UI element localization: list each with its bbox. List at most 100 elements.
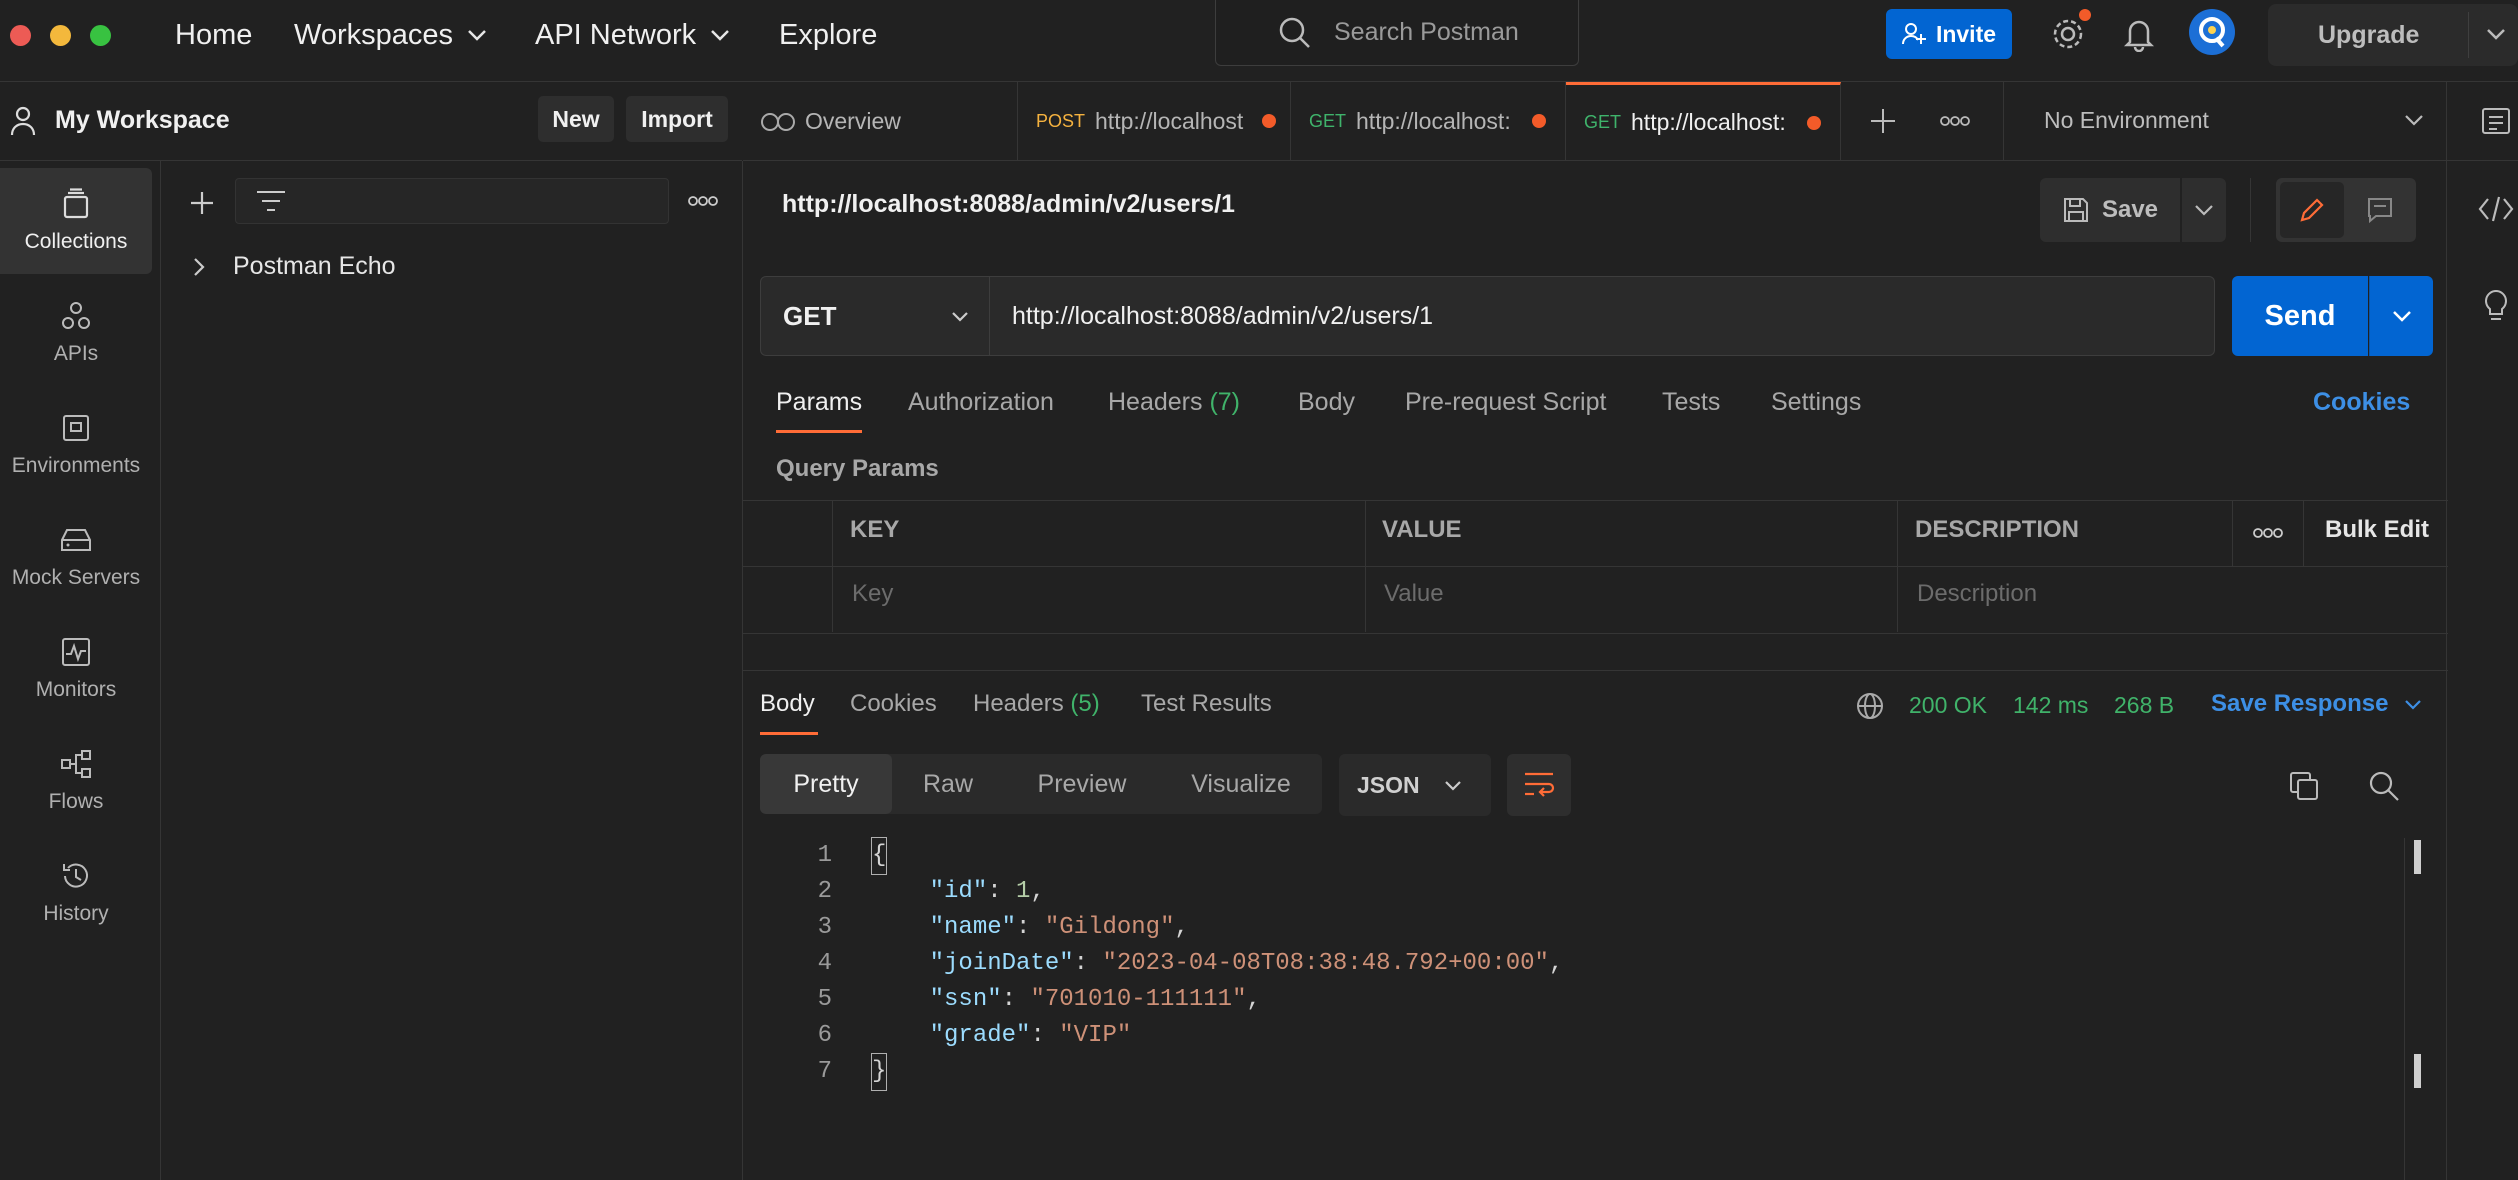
settings-gear-icon[interactable] <box>2050 16 2086 52</box>
tab-params[interactable]: Params <box>776 388 862 417</box>
tab-overview[interactable]: Overview <box>743 82 1018 160</box>
active-tab-underline <box>776 430 862 433</box>
comments-mode-button[interactable] <box>2348 182 2412 238</box>
json-value: 1 <box>1016 878 1031 905</box>
response-time[interactable]: 142 ms <box>2013 692 2088 719</box>
search-icon[interactable] <box>2368 770 2400 802</box>
lightbulb-icon[interactable] <box>2481 288 2511 322</box>
value-input[interactable]: Value <box>1384 580 1444 608</box>
copy-icon[interactable] <box>2288 770 2320 802</box>
response-tab-headers[interactable]: Headers (5) <box>973 690 1100 718</box>
invite-button[interactable]: Invite <box>1886 9 2012 59</box>
nav-explore[interactable]: Explore <box>779 14 877 56</box>
key-input[interactable]: Key <box>852 580 893 608</box>
send-button[interactable]: Send <box>2232 276 2368 356</box>
collection-item[interactable]: Postman Echo <box>193 252 396 281</box>
upgrade-button[interactable]: Upgrade <box>2268 4 2518 66</box>
tab-authorization[interactable]: Authorization <box>908 388 1054 417</box>
new-button[interactable]: New <box>538 96 614 142</box>
code-line: "grade": "VIP" <box>929 1022 1132 1049</box>
tab-settings[interactable]: Settings <box>1771 388 1861 417</box>
response-tab-cookies[interactable]: Cookies <box>850 690 937 718</box>
column-divider <box>832 500 833 632</box>
chevron-down-icon <box>2486 28 2506 40</box>
globe-icon[interactable] <box>1855 691 1885 721</box>
code-line: "ssn": "701010-111111", <box>929 986 1261 1013</box>
json-value: "Gildong" <box>1044 914 1175 941</box>
method-select[interactable]: GET <box>760 276 990 356</box>
collections-filter-input[interactable] <box>235 178 669 224</box>
cookies-link[interactable]: Cookies <box>2313 388 2410 417</box>
tab-tests[interactable]: Tests <box>1662 388 1720 417</box>
sidebar-item-flows[interactable]: Flows <box>0 728 152 834</box>
sidebar-item-monitors[interactable]: Monitors <box>0 616 152 722</box>
format-select[interactable]: JSON <box>1339 754 1491 816</box>
maximize-window-button[interactable] <box>90 25 111 46</box>
description-input[interactable]: Description <box>1917 580 2037 608</box>
request-title[interactable]: http://localhost:8088/admin/v2/users/1 <box>782 190 1235 219</box>
minimize-window-button[interactable] <box>50 25 71 46</box>
environment-quick-look-icon[interactable] <box>2481 106 2511 136</box>
sidebar-item-environments[interactable]: Environments <box>0 392 152 498</box>
send-dropdown-button[interactable] <box>2369 276 2433 356</box>
tab-headers[interactable]: Headers (7) <box>1108 388 1240 417</box>
save-response-button[interactable]: Save Response <box>2211 690 2422 718</box>
close-window-button[interactable] <box>10 25 31 46</box>
view-visualize[interactable]: Visualize <box>1160 754 1322 814</box>
response-size[interactable]: 268 B <box>2114 692 2174 719</box>
chevron-down-icon <box>710 29 730 41</box>
wrap-lines-button[interactable] <box>1507 754 1571 816</box>
code-icon[interactable] <box>2478 196 2514 222</box>
tab-label: http://localhost: <box>1356 107 1511 134</box>
editor-scrollbar-track[interactable] <box>2404 838 2405 1180</box>
bulk-edit-button[interactable]: Bulk Edit <box>2325 516 2429 544</box>
tab-request-post[interactable]: POST http://localhost <box>1018 82 1291 160</box>
response-tab-body[interactable]: Body <box>760 690 815 718</box>
response-tab-test-results[interactable]: Test Results <box>1141 690 1272 718</box>
tab-label: Params <box>776 388 863 416</box>
divider <box>2468 12 2469 58</box>
workspace-title[interactable]: My Workspace <box>55 106 230 135</box>
table-options-icon[interactable] <box>2253 526 2283 540</box>
view-preview[interactable]: Preview <box>1004 754 1160 814</box>
new-tab-plus-icon[interactable] <box>1869 107 1897 135</box>
nav-workspaces[interactable]: Workspaces <box>294 14 487 56</box>
tab-options-icon[interactable] <box>1940 114 1970 128</box>
view-raw[interactable]: Raw <box>892 754 1004 814</box>
view-pretty[interactable]: Pretty <box>760 754 892 814</box>
sidebar-item-apis[interactable]: APIs <box>0 280 152 386</box>
more-options-icon[interactable] <box>688 194 718 208</box>
environment-selector[interactable]: No Environment <box>2044 107 2209 134</box>
sidebar-item-mock-servers[interactable]: Mock Servers <box>0 504 152 610</box>
tab-body[interactable]: Body <box>1298 388 1355 417</box>
code-line: "name": "Gildong", <box>929 914 1189 941</box>
json-comma: , <box>1174 914 1189 941</box>
import-button[interactable]: Import <box>626 96 728 142</box>
avatar[interactable] <box>2188 8 2236 56</box>
save-button[interactable]: Save <box>2040 178 2180 242</box>
sidebar-item-history[interactable]: History <box>0 840 152 946</box>
tab-request-get-2[interactable]: GET http://localhost: <box>1566 82 1841 160</box>
edit-mode-button[interactable] <box>2280 182 2344 238</box>
comment-icon <box>2366 196 2394 224</box>
sidebar-item-collections[interactable]: Collections <box>0 168 152 274</box>
save-dropdown-button[interactable] <box>2182 178 2226 242</box>
open-brace: { <box>870 837 888 875</box>
flows-icon <box>60 748 92 780</box>
add-user-icon <box>1902 22 1926 46</box>
response-divider[interactable] <box>743 670 2448 671</box>
nav-home[interactable]: Home <box>175 14 252 56</box>
bell-icon[interactable] <box>2122 16 2156 52</box>
table-row-divider <box>743 566 2448 567</box>
sidebar-item-label: Collections <box>24 230 128 253</box>
url-input[interactable] <box>990 276 2215 356</box>
chevron-down-icon[interactable] <box>2404 114 2424 126</box>
status-code[interactable]: 200 OK <box>1909 692 1987 719</box>
tab-request-get-1[interactable]: GET http://localhost: <box>1291 82 1566 160</box>
nav-api-network[interactable]: API Network <box>535 14 730 56</box>
global-search[interactable]: Search Postman <box>1215 0 1579 66</box>
unsaved-dot <box>1807 115 1822 130</box>
plus-icon[interactable] <box>189 190 215 216</box>
tab-pre-request-script[interactable]: Pre-request Script <box>1405 388 1606 417</box>
mode-toggle-group <box>2276 178 2416 242</box>
